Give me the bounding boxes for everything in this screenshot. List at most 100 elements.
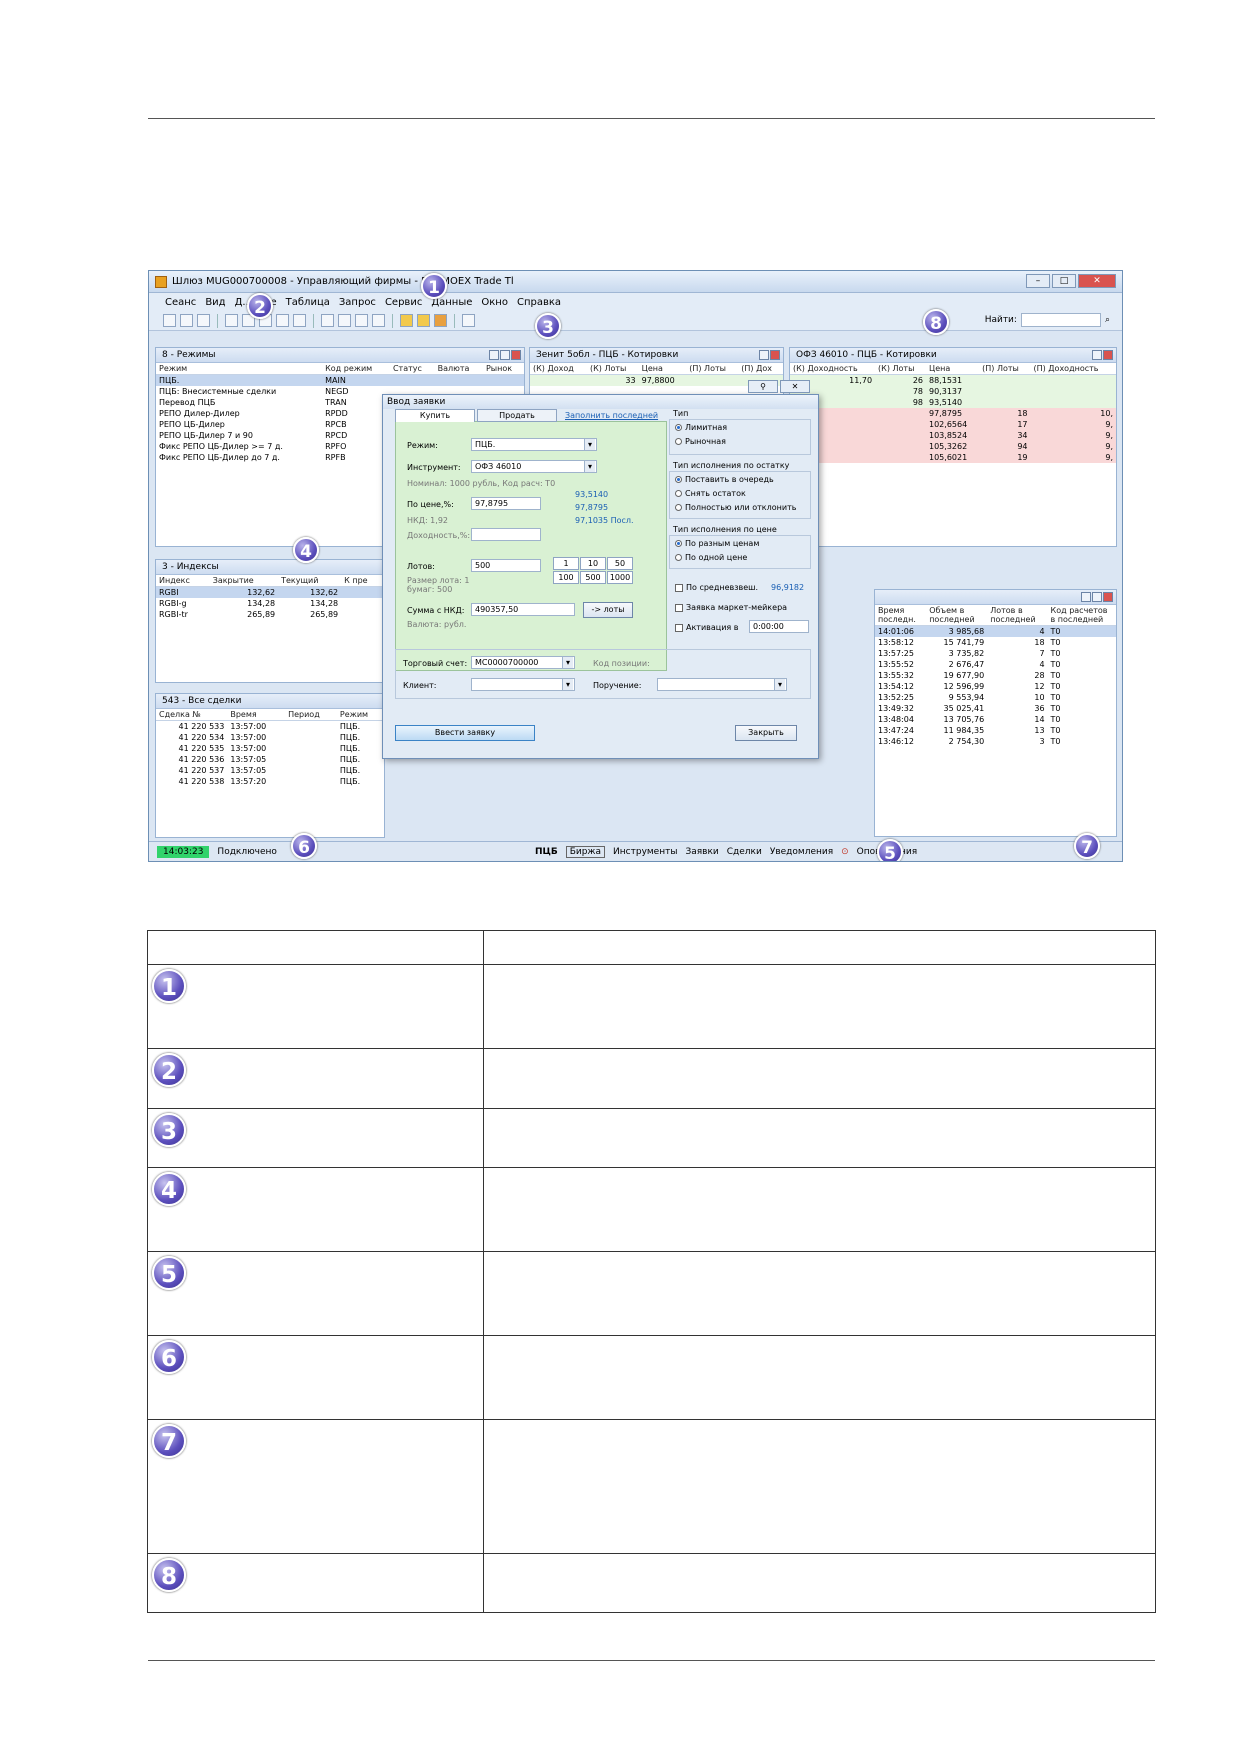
- tab-notifications[interactable]: Уведомления: [770, 847, 833, 857]
- activation-time-input[interactable]: 0:00:00: [749, 620, 809, 633]
- menu-request[interactable]: Запрос: [339, 297, 376, 308]
- column-header[interactable]: Код режим: [322, 363, 390, 375]
- column-header[interactable]: Режим: [156, 363, 323, 375]
- menu-help[interactable]: Справка: [517, 297, 561, 308]
- table-row[interactable]: 11,70 26 88,1531: [790, 374, 1116, 386]
- column-header[interactable]: Код расчетов в последней: [1047, 605, 1116, 626]
- report-icon[interactable]: [372, 314, 385, 327]
- column-header[interactable]: Текущий: [278, 575, 342, 587]
- table-row[interactable]: 13:47:24 11 984,35 13 T0: [875, 725, 1116, 736]
- table-icon[interactable]: [225, 314, 238, 327]
- table-row[interactable]: 41 220 538 13:57:20 ПЦБ.: [156, 776, 384, 787]
- table-row[interactable]: 13:55:32 19 677,90 28 T0: [875, 670, 1116, 681]
- column-header[interactable]: Режим: [336, 709, 384, 721]
- search-icon[interactable]: ⌕: [1105, 315, 1110, 325]
- table-row[interactable]: 103,8524 34 9,: [790, 430, 1116, 441]
- panel-maximize-button[interactable]: [1092, 592, 1102, 602]
- yield-input[interactable]: [471, 528, 541, 541]
- column-header[interactable]: Лотов в последней: [987, 605, 1048, 626]
- column-header[interactable]: (П) Лоты: [686, 363, 739, 375]
- column-header[interactable]: Цена: [926, 363, 980, 375]
- tab-orders[interactable]: Заявки: [685, 847, 718, 857]
- quick-lot-button[interactable]: 500: [580, 571, 606, 584]
- close-window-button[interactable]: ✕: [1078, 274, 1116, 288]
- sum-input[interactable]: 490357,50: [471, 603, 575, 616]
- quick-lot-button[interactable]: 1: [553, 557, 579, 570]
- panel-close-button[interactable]: [1103, 350, 1113, 360]
- column-header[interactable]: (К) Лоты: [587, 363, 639, 375]
- column-header[interactable]: Сделка №: [156, 709, 228, 721]
- table-row[interactable]: 41 220 535 13:57:00 ПЦБ.: [156, 743, 384, 754]
- avg-price-checkbox[interactable]: По средневзвеш. 96,9182: [675, 583, 804, 592]
- table-row[interactable]: 14:01:06 3 985,68 4 T0: [875, 625, 1116, 637]
- table-row[interactable]: 78 90,3137: [790, 386, 1116, 397]
- column-header[interactable]: Валюта: [434, 363, 483, 375]
- submit-order-button[interactable]: Ввести заявку: [395, 725, 535, 741]
- table-row[interactable]: 41 220 536 13:57:05 ПЦБ.: [156, 754, 384, 765]
- dialog-close-icon[interactable]: ✕: [780, 380, 810, 393]
- order-icon[interactable]: [321, 314, 334, 327]
- column-header[interactable]: (К) Доходность: [790, 363, 876, 375]
- column-header[interactable]: Рынок: [482, 363, 524, 375]
- menu-session[interactable]: Сеанс: [165, 297, 196, 308]
- column-header[interactable]: К пре: [341, 575, 384, 587]
- panel-maximize-button[interactable]: [500, 350, 510, 360]
- tab-sell[interactable]: Продать: [477, 409, 557, 422]
- table-row[interactable]: 13:54:12 12 596,99 12 T0: [875, 681, 1116, 692]
- quick-lot-button[interactable]: 50: [607, 557, 633, 570]
- column-header[interactable]: Закрытие: [209, 575, 279, 587]
- instrument-select[interactable]: ОФЗ 46010: [471, 460, 597, 473]
- board-select[interactable]: ПЦБ: [535, 847, 558, 857]
- market-maker-checkbox[interactable]: Заявка маркет-мейкера: [675, 603, 787, 612]
- column-header[interactable]: (П) Лоты: [979, 363, 1031, 375]
- panel-minimize-button[interactable]: [489, 350, 499, 360]
- table-row[interactable]: 13:46:12 2 754,30 3 T0: [875, 736, 1116, 747]
- menu-view[interactable]: Вид: [205, 297, 225, 308]
- column-header[interactable]: Объем в последней: [926, 605, 988, 626]
- radio-fill-or-kill[interactable]: Полностью или отклонить: [675, 503, 796, 512]
- table-row[interactable]: ПЦБ. MAIN: [156, 374, 524, 386]
- panel-minimize-button[interactable]: [1081, 592, 1091, 602]
- pin-button[interactable]: ⚲: [748, 380, 778, 393]
- table-row[interactable]: 13:57:25 3 735,82 7 T0: [875, 648, 1116, 659]
- account-select[interactable]: MC0000700000: [471, 656, 575, 669]
- maximize-button[interactable]: □: [1052, 274, 1076, 288]
- table-row[interactable]: 33 97,8800: [530, 374, 783, 386]
- tab-deals[interactable]: Сделки: [727, 847, 762, 857]
- open-icon[interactable]: [180, 314, 193, 327]
- message-icon[interactable]: [417, 314, 430, 327]
- menu-window[interactable]: Окно: [481, 297, 508, 308]
- column-header[interactable]: (П) Дох: [738, 363, 783, 375]
- table-row[interactable]: 105,3262 94 9,: [790, 441, 1116, 452]
- price-level-2[interactable]: 97,8795: [575, 503, 608, 512]
- tab-buy[interactable]: Купить: [395, 409, 475, 422]
- column-header[interactable]: (К) Доход: [530, 363, 587, 375]
- column-header[interactable]: Период: [285, 709, 337, 721]
- price-level-1[interactable]: 93,5140: [575, 490, 608, 499]
- panel-close-button[interactable]: [1103, 592, 1113, 602]
- table-row[interactable]: 13:48:04 13 705,76 14 T0: [875, 714, 1116, 725]
- alert-icon[interactable]: [400, 314, 413, 327]
- menu-service[interactable]: Сервис: [385, 297, 422, 308]
- client-select[interactable]: [471, 678, 575, 691]
- column-header[interactable]: Статус: [389, 363, 435, 375]
- orders-icon[interactable]: [338, 314, 351, 327]
- panel-close-button[interactable]: [511, 350, 521, 360]
- table-row[interactable]: 105,6021 19 9,: [790, 452, 1116, 463]
- bars-icon[interactable]: [293, 314, 306, 327]
- table-row[interactable]: 13:49:32 35 025,41 36 T0: [875, 703, 1116, 714]
- table-row[interactable]: 41 220 533 13:57:00 ПЦБ.: [156, 721, 384, 733]
- table-row[interactable]: 13:52:25 9 553,94 10 T0: [875, 692, 1116, 703]
- column-header[interactable]: (К) Лоты: [875, 363, 926, 375]
- radio-queue[interactable]: Поставить в очередь: [675, 475, 774, 484]
- column-header[interactable]: Время последн.: [875, 605, 927, 626]
- table-row[interactable]: 97,8795 18 10,: [790, 408, 1116, 419]
- chart-icon[interactable]: [276, 314, 289, 327]
- fill-last-link[interactable]: Заполнить последней: [565, 409, 658, 422]
- order-ref-select[interactable]: [657, 678, 787, 691]
- quick-lot-button[interactable]: 10: [580, 557, 606, 570]
- quick-lot-button[interactable]: 100: [553, 571, 579, 584]
- radio-market[interactable]: Рыночная: [675, 437, 726, 446]
- table-row[interactable]: RGBI-g 134,28 134,28: [156, 598, 384, 609]
- panel-minimize-button[interactable]: [759, 350, 769, 360]
